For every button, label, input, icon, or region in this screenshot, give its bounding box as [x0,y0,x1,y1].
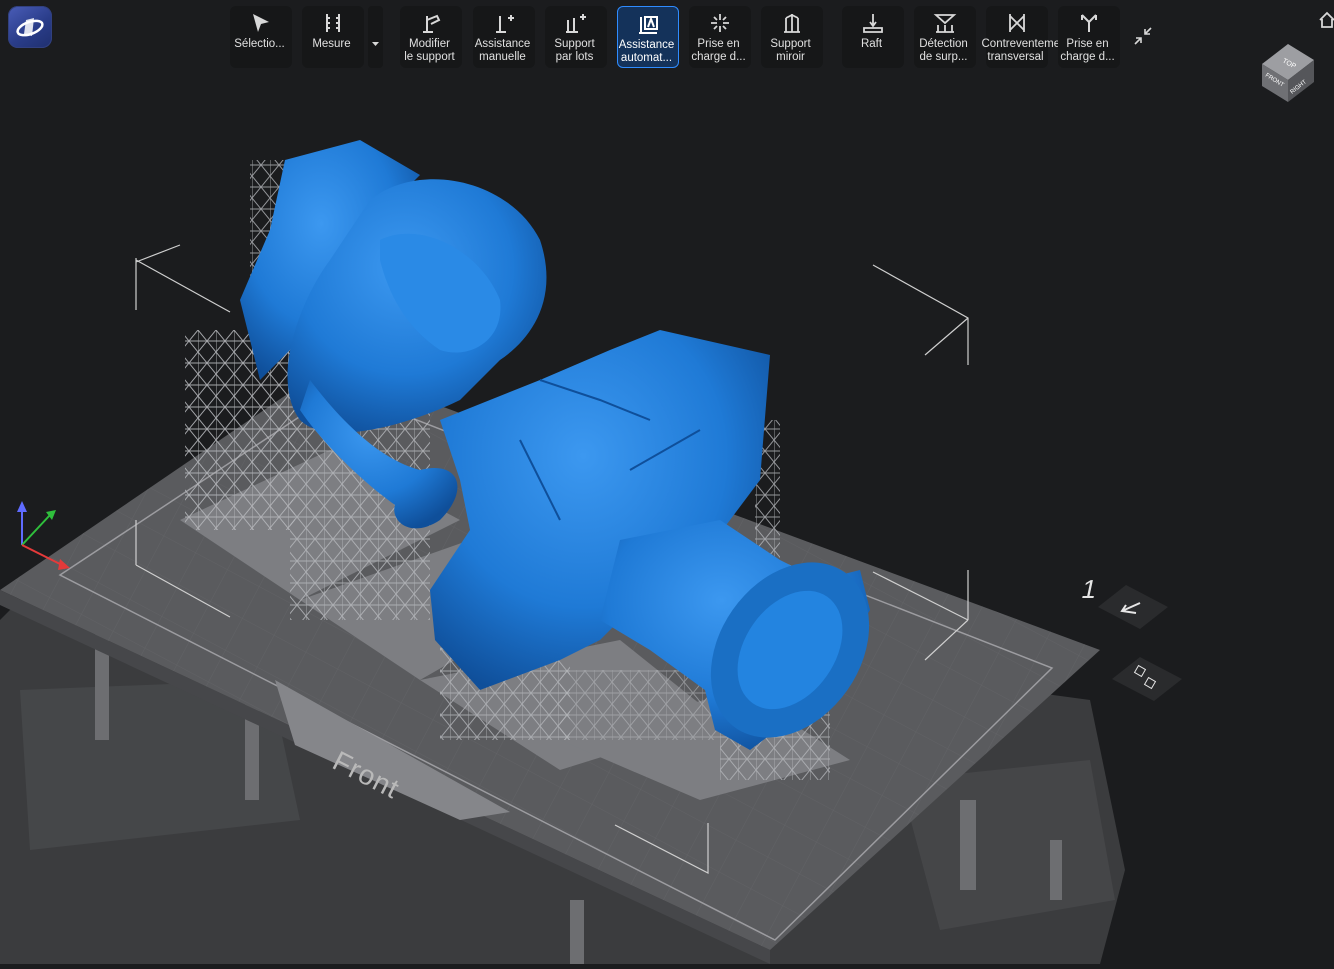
branch-support-icon [1081,14,1097,32]
raft-label: Raft [860,38,883,50]
cross-brace-button[interactable]: Contreventement transversal [982,6,1070,68]
support-toolbar: Sélectio... Mesure Modifier le support A… [0,0,1334,72]
auto-support-icon [639,16,658,34]
support-handling-button[interactable]: Prise en charge d... [689,6,751,68]
cross-brace-icon [1009,14,1025,32]
slice-preview-button[interactable] [1110,655,1184,703]
scene-render [0,140,1125,964]
overhang-detect-icon [933,14,957,33]
mirror-support-button[interactable]: Support miroir [761,6,823,68]
cursor-arrow-icon [253,14,269,32]
select-tool-label: Sélectio... [234,38,285,50]
cross-brace-label: Contreventement transversal [981,38,1070,63]
home-button[interactable] [1318,10,1334,30]
auto-support-button[interactable]: Assistance automat... [617,6,679,68]
batch-support-button[interactable]: Support par lots [545,6,607,68]
view-cube[interactable]: TOP FRONT RIGHT [1258,36,1318,106]
3d-viewport[interactable]: Front 1 [0,0,1334,964]
branch-support-label: Prise en charge d... [1060,38,1115,63]
collapse-arrows-icon [1134,27,1152,45]
raft-icon [863,14,883,33]
batch-support-icon [566,14,586,33]
chevron-down-icon [372,42,379,46]
edit-support-button[interactable]: Modifier le support [400,6,462,68]
add-support-icon [496,15,514,33]
ruler-icon [326,14,340,32]
batch-support-label: Support par lots [554,38,595,63]
view-cube-icon: TOP FRONT RIGHT [1262,44,1314,102]
measure-tool-button[interactable]: Mesure [302,6,364,68]
slice-preview-icon [1112,657,1182,701]
measure-tool-label: Mesure [312,38,351,50]
layer-view-icon [1098,585,1168,629]
layer-view-button[interactable] [1096,583,1170,631]
auto-support-label: Assistance automat... [618,39,675,64]
support-handling-label: Prise en charge d... [691,38,746,63]
measure-dropdown-button[interactable] [368,6,383,68]
overhang-detect-label: Détection de surp... [919,38,968,63]
manual-support-label: Assistance manuelle [474,38,531,63]
edit-support-label: Modifier le support [404,38,455,63]
select-tool-button[interactable]: Sélectio... [230,6,292,68]
manual-support-button[interactable]: Assistance manuelle [473,6,535,68]
overhang-detect-button[interactable]: Détection de surp... [914,6,976,68]
home-icon [1319,11,1334,28]
collapse-toolbar-button[interactable] [1131,24,1155,48]
edit-support-icon [423,14,441,33]
sparkle-support-icon [711,14,729,32]
branch-support-button[interactable]: Prise en charge d... [1058,6,1120,68]
mirror-support-label: Support miroir [770,38,811,63]
mirror-support-icon [784,13,800,33]
raft-button[interactable]: Raft [842,6,904,68]
